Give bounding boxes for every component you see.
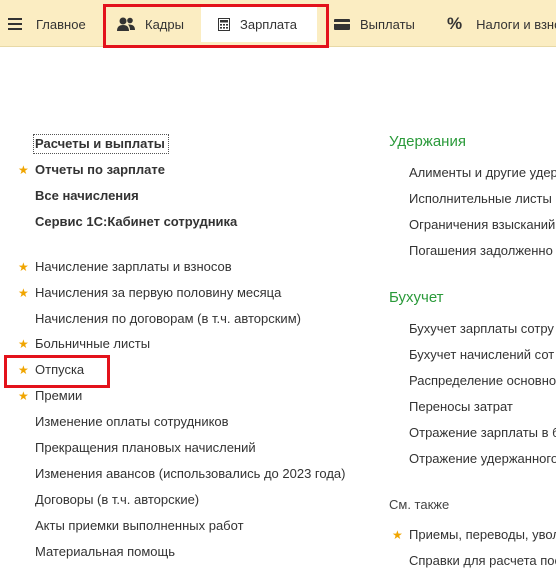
list-item[interactable]: Ограничения взысканий	[409, 217, 555, 233]
favorite-star-icon[interactable]: ★	[18, 259, 29, 275]
highlight-frame-otpuska	[4, 355, 110, 388]
list-item[interactable]: Изменение оплаты сотрудников	[35, 414, 229, 430]
list-item[interactable]: Больничные листы	[35, 336, 150, 352]
list-item[interactable]: Начисления за первую половину месяца	[35, 285, 281, 301]
tab-label: Выплаты	[360, 16, 415, 32]
list-item[interactable]: Договоры (в т.ч. авторские)	[35, 492, 199, 508]
list-item[interactable]: Изменения авансов (использовались до 202…	[35, 466, 345, 482]
list-item[interactable]: Отражение удержанного	[409, 451, 556, 467]
list-item[interactable]: Справки для расчета пос	[409, 553, 556, 569]
tab-main[interactable]: Главное	[8, 6, 86, 42]
list-item[interactable]: Прекращения плановых начислений	[35, 440, 256, 456]
list-item[interactable]: Приемы, переводы, увол	[409, 527, 556, 543]
list-item[interactable]: Материальная помощь	[35, 544, 175, 560]
link-otchety-po-zarplate[interactable]: Отчеты по зарплате	[35, 162, 165, 178]
list-item[interactable]: Погашения задолженно	[409, 243, 553, 259]
list-item[interactable]: Бухучет начислений сот	[409, 347, 554, 363]
list-item[interactable]: Алименты и другие удер	[409, 165, 556, 181]
favorite-star-icon[interactable]: ★	[18, 162, 29, 178]
link-servis-kabinet[interactable]: Сервис 1С:Кабинет сотрудника	[35, 214, 237, 230]
list-item[interactable]: Отражение зарплаты в б	[409, 425, 556, 441]
section-title-uderzhaniya: Удержания	[389, 133, 466, 150]
list-item[interactable]: Начисление зарплаты и взносов	[35, 259, 232, 275]
list-item[interactable]: Исполнительные листы	[409, 191, 552, 207]
wallet-icon	[334, 18, 350, 30]
section-title-buhuchet: Бухучет	[389, 289, 444, 306]
favorite-star-icon[interactable]: ★	[18, 388, 29, 404]
favorite-star-icon[interactable]: ★	[18, 285, 29, 301]
favorite-star-icon[interactable]: ★	[392, 527, 403, 543]
link-vse-nachisleniya[interactable]: Все начисления	[35, 188, 139, 204]
percent-icon: %	[447, 14, 463, 33]
list-item[interactable]: Премии	[35, 388, 82, 404]
list-item[interactable]: Акты приемки выполненных работ	[35, 518, 244, 534]
tab-nalogi[interactable]: % Налоги и взносы	[447, 6, 556, 42]
tab-label: Налоги и взносы	[476, 16, 556, 32]
list-item[interactable]: Распределение основно	[409, 373, 556, 389]
list-item[interactable]: Начисления по договорам (в т.ч. авторски…	[35, 311, 301, 327]
see-also-heading: См. также	[389, 497, 450, 512]
hamburger-icon	[8, 18, 22, 30]
tab-label: Главное	[36, 16, 86, 32]
tab-vyplaty[interactable]: Выплаты	[334, 6, 415, 42]
favorite-star-icon[interactable]: ★	[18, 336, 29, 352]
list-item[interactable]: Бухучет зарплаты сотру	[409, 321, 554, 337]
list-item[interactable]: Переносы затрат	[409, 399, 513, 415]
highlight-frame-tabs	[103, 4, 329, 48]
link-raschety-i-vyplaty[interactable]: Расчеты и выплаты	[35, 136, 165, 152]
